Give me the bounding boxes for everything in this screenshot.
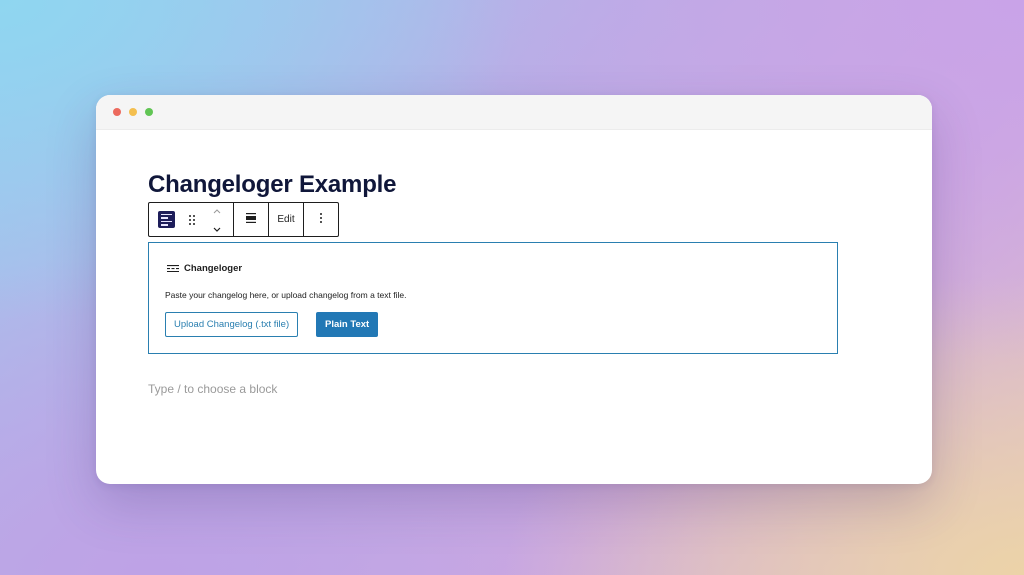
more-options-button[interactable]	[304, 203, 338, 236]
window-maximize-button[interactable]	[145, 108, 153, 116]
block-appender-placeholder[interactable]: Type / to choose a block	[148, 382, 277, 396]
page-title[interactable]: Changeloger Example	[148, 171, 396, 199]
drag-handle-icon[interactable]	[185, 213, 199, 227]
changeloger-block[interactable]: Changeloger Paste your changelog here, o…	[148, 242, 838, 354]
upload-changelog-button[interactable]: Upload Changelog (.txt file)	[165, 312, 299, 337]
toolbar-block-group	[149, 203, 234, 236]
align-button[interactable]	[234, 203, 269, 236]
edit-button[interactable]: Edit	[269, 203, 304, 236]
block-toolbar: Edit	[148, 202, 339, 237]
block-title: Changeloger	[184, 263, 243, 274]
block-header: Changeloger	[167, 263, 242, 274]
chevron-up-icon[interactable]	[212, 202, 222, 220]
editor-window: Changeloger Example Edit Changeloger Pas…	[96, 95, 932, 484]
more-vertical-icon	[319, 212, 323, 227]
window-minimize-button[interactable]	[129, 108, 137, 116]
window-close-button[interactable]	[113, 108, 121, 116]
plain-text-button[interactable]: Plain Text	[316, 312, 379, 337]
changelog-lines-icon	[167, 265, 179, 273]
changeloger-block-icon[interactable]	[158, 211, 175, 228]
block-instructions: Paste your changelog here, or upload cha…	[165, 290, 407, 300]
chevron-down-icon[interactable]	[212, 220, 222, 238]
block-movers	[207, 205, 227, 235]
align-center-icon	[245, 212, 257, 227]
window-titlebar	[96, 95, 932, 130]
